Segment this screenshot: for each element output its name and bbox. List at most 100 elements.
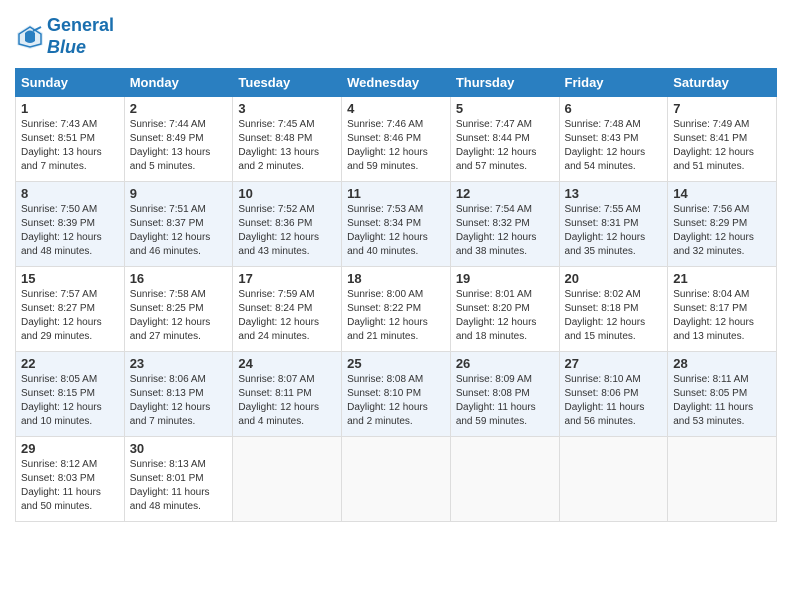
day-info: Sunrise: 8:10 AMSunset: 8:06 PMDaylight:… bbox=[565, 373, 663, 429]
calendar-cell: 6 Sunrise: 7:48 AMSunset: 8:43 PMDaylight… bbox=[559, 97, 668, 182]
day-info: Sunrise: 7:45 AMSunset: 8:48 PMDaylight:… bbox=[238, 118, 336, 174]
day-number: 5 bbox=[456, 101, 554, 116]
calendar-cell: 1 Sunrise: 7:43 AMSunset: 8:51 PMDaylight… bbox=[16, 97, 125, 182]
day-info: Sunrise: 7:54 AMSunset: 8:32 PMDaylight:… bbox=[456, 203, 554, 259]
day-number: 29 bbox=[21, 441, 119, 456]
calendar-cell: 29 Sunrise: 8:12 AMSunset: 8:03 PMDayligh… bbox=[16, 437, 125, 522]
calendar-cell: 17Sunrise: 7:59 AMSunset: 8:24 PMDayligh… bbox=[233, 267, 342, 352]
calendar-cell: 27 Sunrise: 8:10 AMSunset: 8:06 PMDayligh… bbox=[559, 352, 668, 437]
day-info: Sunrise: 7:51 AMSunset: 8:37 PMDaylight:… bbox=[130, 203, 228, 259]
calendar-cell bbox=[342, 437, 451, 522]
calendar-cell: 7 Sunrise: 7:49 AMSunset: 8:41 PMDaylight… bbox=[668, 97, 777, 182]
day-info: Sunrise: 7:44 AMSunset: 8:49 PMDaylight:… bbox=[130, 118, 228, 174]
day-number: 11 bbox=[347, 186, 445, 201]
calendar-cell: 24 Sunrise: 8:07 AMSunset: 8:11 PMDayligh… bbox=[233, 352, 342, 437]
calendar-cell: 20Sunrise: 8:02 AMSunset: 8:18 PMDayligh… bbox=[559, 267, 668, 352]
day-info: Sunrise: 8:09 AMSunset: 8:08 PMDaylight:… bbox=[456, 373, 554, 429]
day-info: Sunrise: 7:53 AMSunset: 8:34 PMDaylight:… bbox=[347, 203, 445, 259]
day-info: Sunrise: 8:05 AMSunset: 8:15 PMDaylight:… bbox=[21, 373, 119, 429]
calendar-cell: 21 Sunrise: 8:04 AMSunset: 8:17 PMDayligh… bbox=[668, 267, 777, 352]
calendar-cell: 26 Sunrise: 8:09 AMSunset: 8:08 PMDayligh… bbox=[450, 352, 559, 437]
calendar-cell: 18Sunrise: 8:00 AMSunset: 8:22 PMDayligh… bbox=[342, 267, 451, 352]
calendar-week-4: 22 Sunrise: 8:05 AMSunset: 8:15 PMDayligh… bbox=[16, 352, 777, 437]
weekday-header-row: SundayMondayTuesdayWednesdayThursdayFrid… bbox=[16, 69, 777, 97]
calendar-week-1: 1 Sunrise: 7:43 AMSunset: 8:51 PMDaylight… bbox=[16, 97, 777, 182]
day-number: 26 bbox=[456, 356, 554, 371]
day-info: Sunrise: 7:55 AMSunset: 8:31 PMDaylight:… bbox=[565, 203, 663, 259]
calendar-cell: 13 Sunrise: 7:55 AMSunset: 8:31 PMDayligh… bbox=[559, 182, 668, 267]
day-info: Sunrise: 7:52 AMSunset: 8:36 PMDaylight:… bbox=[238, 203, 336, 259]
calendar-cell: 12 Sunrise: 7:54 AMSunset: 8:32 PMDayligh… bbox=[450, 182, 559, 267]
calendar-cell: 4 Sunrise: 7:46 AMSunset: 8:46 PMDaylight… bbox=[342, 97, 451, 182]
day-number: 23 bbox=[130, 356, 228, 371]
day-number: 1 bbox=[21, 101, 119, 116]
day-number: 27 bbox=[565, 356, 663, 371]
day-info: Sunrise: 8:04 AMSunset: 8:17 PMDaylight:… bbox=[673, 288, 771, 344]
calendar-cell: 3 Sunrise: 7:45 AMSunset: 8:48 PMDaylight… bbox=[233, 97, 342, 182]
calendar-cell: 30Sunrise: 8:13 AMSunset: 8:01 PMDayligh… bbox=[124, 437, 233, 522]
day-info: Sunrise: 7:43 AMSunset: 8:51 PMDaylight:… bbox=[21, 118, 119, 174]
day-info: Sunrise: 8:07 AMSunset: 8:11 PMDaylight:… bbox=[238, 373, 336, 429]
calendar-cell: 22 Sunrise: 8:05 AMSunset: 8:15 PMDayligh… bbox=[16, 352, 125, 437]
calendar-cell bbox=[559, 437, 668, 522]
calendar-cell bbox=[668, 437, 777, 522]
calendar-cell: 8Sunrise: 7:50 AMSunset: 8:39 PMDaylight… bbox=[16, 182, 125, 267]
calendar-cell: 14Sunrise: 7:56 AMSunset: 8:29 PMDayligh… bbox=[668, 182, 777, 267]
day-info: Sunrise: 8:11 AMSunset: 8:05 PMDaylight:… bbox=[673, 373, 771, 429]
day-number: 9 bbox=[130, 186, 228, 201]
day-info: Sunrise: 8:12 AMSunset: 8:03 PMDaylight:… bbox=[21, 458, 119, 514]
day-number: 17 bbox=[238, 271, 336, 286]
day-number: 19 bbox=[456, 271, 554, 286]
calendar-cell: 15 Sunrise: 7:57 AMSunset: 8:27 PMDayligh… bbox=[16, 267, 125, 352]
calendar-table: SundayMondayTuesdayWednesdayThursdayFrid… bbox=[15, 68, 777, 522]
calendar-week-5: 29 Sunrise: 8:12 AMSunset: 8:03 PMDayligh… bbox=[16, 437, 777, 522]
calendar-cell: 5 Sunrise: 7:47 AMSunset: 8:44 PMDaylight… bbox=[450, 97, 559, 182]
day-info: Sunrise: 7:56 AMSunset: 8:29 PMDaylight:… bbox=[673, 203, 771, 259]
calendar-week-2: 8Sunrise: 7:50 AMSunset: 8:39 PMDaylight… bbox=[16, 182, 777, 267]
day-number: 18 bbox=[347, 271, 445, 286]
calendar-cell: 19 Sunrise: 8:01 AMSunset: 8:20 PMDayligh… bbox=[450, 267, 559, 352]
day-info: Sunrise: 7:46 AMSunset: 8:46 PMDaylight:… bbox=[347, 118, 445, 174]
day-number: 28 bbox=[673, 356, 771, 371]
day-number: 20 bbox=[565, 271, 663, 286]
header: General Blue bbox=[15, 15, 777, 58]
day-info: Sunrise: 7:49 AMSunset: 8:41 PMDaylight:… bbox=[673, 118, 771, 174]
weekday-header-tuesday: Tuesday bbox=[233, 69, 342, 97]
weekday-header-friday: Friday bbox=[559, 69, 668, 97]
calendar-cell: 28 Sunrise: 8:11 AMSunset: 8:05 PMDayligh… bbox=[668, 352, 777, 437]
day-info: Sunrise: 7:47 AMSunset: 8:44 PMDaylight:… bbox=[456, 118, 554, 174]
day-number: 6 bbox=[565, 101, 663, 116]
day-number: 25 bbox=[347, 356, 445, 371]
day-number: 16 bbox=[130, 271, 228, 286]
calendar-cell: 16 Sunrise: 7:58 AMSunset: 8:25 PMDayligh… bbox=[124, 267, 233, 352]
calendar-cell bbox=[450, 437, 559, 522]
logo-text: General Blue bbox=[47, 15, 114, 58]
weekday-header-sunday: Sunday bbox=[16, 69, 125, 97]
calendar-cell: 23 Sunrise: 8:06 AMSunset: 8:13 PMDayligh… bbox=[124, 352, 233, 437]
weekday-header-wednesday: Wednesday bbox=[342, 69, 451, 97]
day-number: 30 bbox=[130, 441, 228, 456]
day-number: 7 bbox=[673, 101, 771, 116]
day-number: 2 bbox=[130, 101, 228, 116]
day-number: 13 bbox=[565, 186, 663, 201]
day-info: Sunrise: 7:48 AMSunset: 8:43 PMDaylight:… bbox=[565, 118, 663, 174]
day-info: Sunrise: 7:58 AMSunset: 8:25 PMDaylight:… bbox=[130, 288, 228, 344]
calendar-cell: 25 Sunrise: 8:08 AMSunset: 8:10 PMDayligh… bbox=[342, 352, 451, 437]
logo: General Blue bbox=[15, 15, 114, 58]
day-number: 22 bbox=[21, 356, 119, 371]
day-number: 4 bbox=[347, 101, 445, 116]
day-number: 12 bbox=[456, 186, 554, 201]
day-info: Sunrise: 7:57 AMSunset: 8:27 PMDaylight:… bbox=[21, 288, 119, 344]
weekday-header-monday: Monday bbox=[124, 69, 233, 97]
day-number: 21 bbox=[673, 271, 771, 286]
calendar-cell: 2 Sunrise: 7:44 AMSunset: 8:49 PMDaylight… bbox=[124, 97, 233, 182]
day-number: 24 bbox=[238, 356, 336, 371]
day-number: 3 bbox=[238, 101, 336, 116]
day-info: Sunrise: 8:06 AMSunset: 8:13 PMDaylight:… bbox=[130, 373, 228, 429]
calendar-cell: 11 Sunrise: 7:53 AMSunset: 8:34 PMDayligh… bbox=[342, 182, 451, 267]
day-number: 15 bbox=[21, 271, 119, 286]
day-info: Sunrise: 8:08 AMSunset: 8:10 PMDaylight:… bbox=[347, 373, 445, 429]
calendar-week-3: 15 Sunrise: 7:57 AMSunset: 8:27 PMDayligh… bbox=[16, 267, 777, 352]
day-info: Sunrise: 8:01 AMSunset: 8:20 PMDaylight:… bbox=[456, 288, 554, 344]
calendar-cell: 9 Sunrise: 7:51 AMSunset: 8:37 PMDaylight… bbox=[124, 182, 233, 267]
